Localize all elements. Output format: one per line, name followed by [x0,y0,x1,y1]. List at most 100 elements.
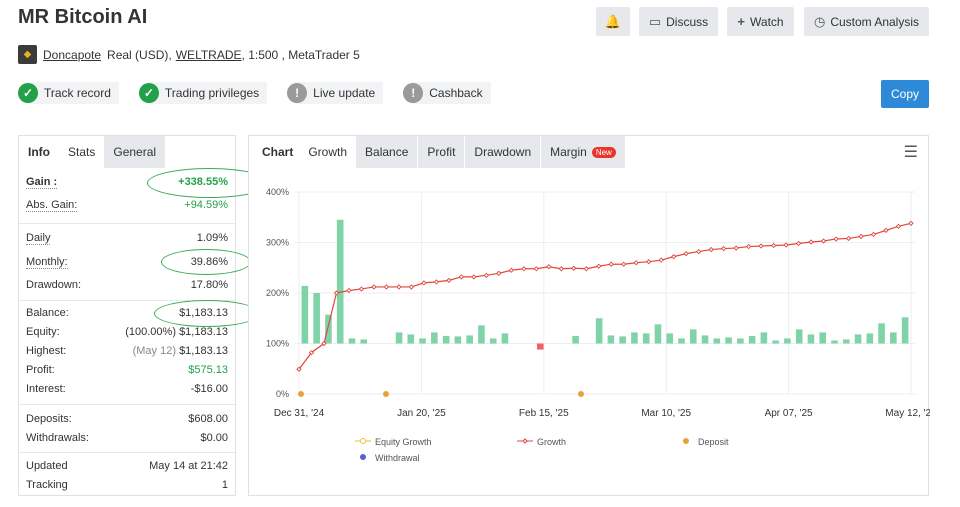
updated-label: Updated [26,460,68,472]
highest-label: Highest: [26,345,67,357]
interest-row: Interest: -$16.00 [26,383,228,395]
growth-point [758,243,764,249]
bar [784,338,791,344]
bar [607,335,615,344]
bar [842,339,850,344]
tab-chart[interactable]: Chart [249,136,299,168]
deposits-row: Deposits: $608.00 [26,413,228,425]
bar [760,332,768,344]
check-icon: ✓ [138,83,159,103]
withdrawals-value: $0.00 [200,432,228,444]
drawdown-label: Drawdown: [26,279,82,291]
balance-label: Balance: [26,307,69,319]
tab-margin[interactable]: Margin New [540,136,625,168]
growth-point [833,236,839,242]
bar [501,333,509,344]
withdrawals-row: Withdrawals: $0.00 [26,432,228,444]
warning-icon: ! [403,83,424,103]
bar [654,324,662,344]
y-tick-label: 300% [266,238,289,248]
badges-row: ✓ Track record ✓ Trading privileges ! Li… [18,82,491,104]
broker-link[interactable]: WELTRADE [176,48,242,62]
plus-icon: + [737,14,746,29]
equity-label: Equity: [26,326,60,338]
legend-deposit-label: Deposit [698,437,729,447]
copy-button[interactable]: Copy [881,80,929,108]
bar [878,323,885,344]
tab-drawdown[interactable]: Drawdown [464,136,541,168]
growth-point [870,231,877,238]
deposits-value: $608.00 [188,413,228,425]
badge-label: Cashback [429,86,483,100]
badge-live-update[interactable]: ! Live update [287,82,384,104]
updated-row: Updated May 14 at 21:42 [26,460,228,472]
bell-icon: 🔔 [604,13,622,29]
bar [348,338,356,344]
bar [678,338,685,344]
page-title: MR Bitcoin AI [18,6,148,28]
y-tick-label: 400% [266,187,289,197]
abs-gain-label: Abs. Gain: [26,199,78,212]
notify-button[interactable]: 🔔 [596,7,630,36]
account-info: ◆ Doncapote Real (USD), WELTRADE , 1:500… [18,45,360,64]
tab-balance[interactable]: Balance [356,136,418,168]
equity-row: Equity: (100.00%) $1,183.13 [26,326,228,338]
growth-point [583,266,589,272]
growth-point [383,284,390,290]
discuss-button[interactable]: ▭ Discuss [639,7,718,36]
bar [748,335,756,344]
settings-sliders-icon[interactable]: ☰ [904,142,918,162]
bar-negative [536,343,544,350]
growth-point [770,242,777,249]
badge-trading-privileges[interactable]: ✓ Trading privileges [138,82,268,104]
bar [689,329,697,344]
bar [701,335,709,344]
badge-cashback[interactable]: ! Cashback [403,82,491,104]
daily-label: Daily [26,232,51,245]
tab-info[interactable]: Info [19,136,59,168]
bar [737,338,744,344]
growth-point [533,266,539,272]
tab-growth[interactable]: Growth [299,136,357,168]
badge-label: Track record [44,86,111,100]
updated-value: May 14 at 21:42 [149,460,228,472]
comment-icon: ▭ [648,13,662,29]
equity-percent: (100.00%) [125,326,176,338]
watch-button[interactable]: + Watch [727,7,794,36]
user-link[interactable]: Doncapote [43,48,101,62]
tab-profit[interactable]: Profit [417,136,465,168]
growth-point [458,274,465,280]
warning-icon: ! [287,83,308,103]
x-tick-label: Apr 07, '25 [765,408,813,419]
growth-point [621,261,627,267]
growth-point [721,245,727,252]
tab-stats[interactable]: Stats [59,136,105,168]
highest-row: Highest: (May 12) $1,183.13 [26,345,228,357]
bar [301,285,309,344]
margin-label: Margin [550,145,587,159]
tracking-row: Tracking 1 [26,479,228,491]
bar [854,334,862,344]
growth-point [608,261,614,267]
growth-point [546,264,552,270]
growth-point [895,223,902,229]
stats-panel: Info Stats General Gain : +338.55% Abs. … [18,135,271,496]
growth-point [858,233,864,240]
growth-point [633,260,639,266]
badge-track-record[interactable]: ✓ Track record [18,82,119,104]
growth-point [496,270,502,276]
growth-point [733,245,739,251]
bar [407,334,415,344]
custom-analysis-button[interactable]: ◷ Custom Analysis [804,7,929,36]
tab-general[interactable]: General [104,136,166,168]
highest-value: $1,183.13 [179,345,228,357]
abs-gain-row: Abs. Gain: +94.59% [26,199,228,212]
growth-point [708,246,714,253]
legend-withdrawal-label: Withdrawal [375,453,420,463]
deposit-marker [298,391,304,397]
equity-value: $1,183.13 [179,326,228,338]
abs-gain-value: +94.59% [184,199,228,211]
legend-deposit-swatch [683,438,689,444]
bar [831,340,838,344]
highlight-oval [161,249,251,275]
